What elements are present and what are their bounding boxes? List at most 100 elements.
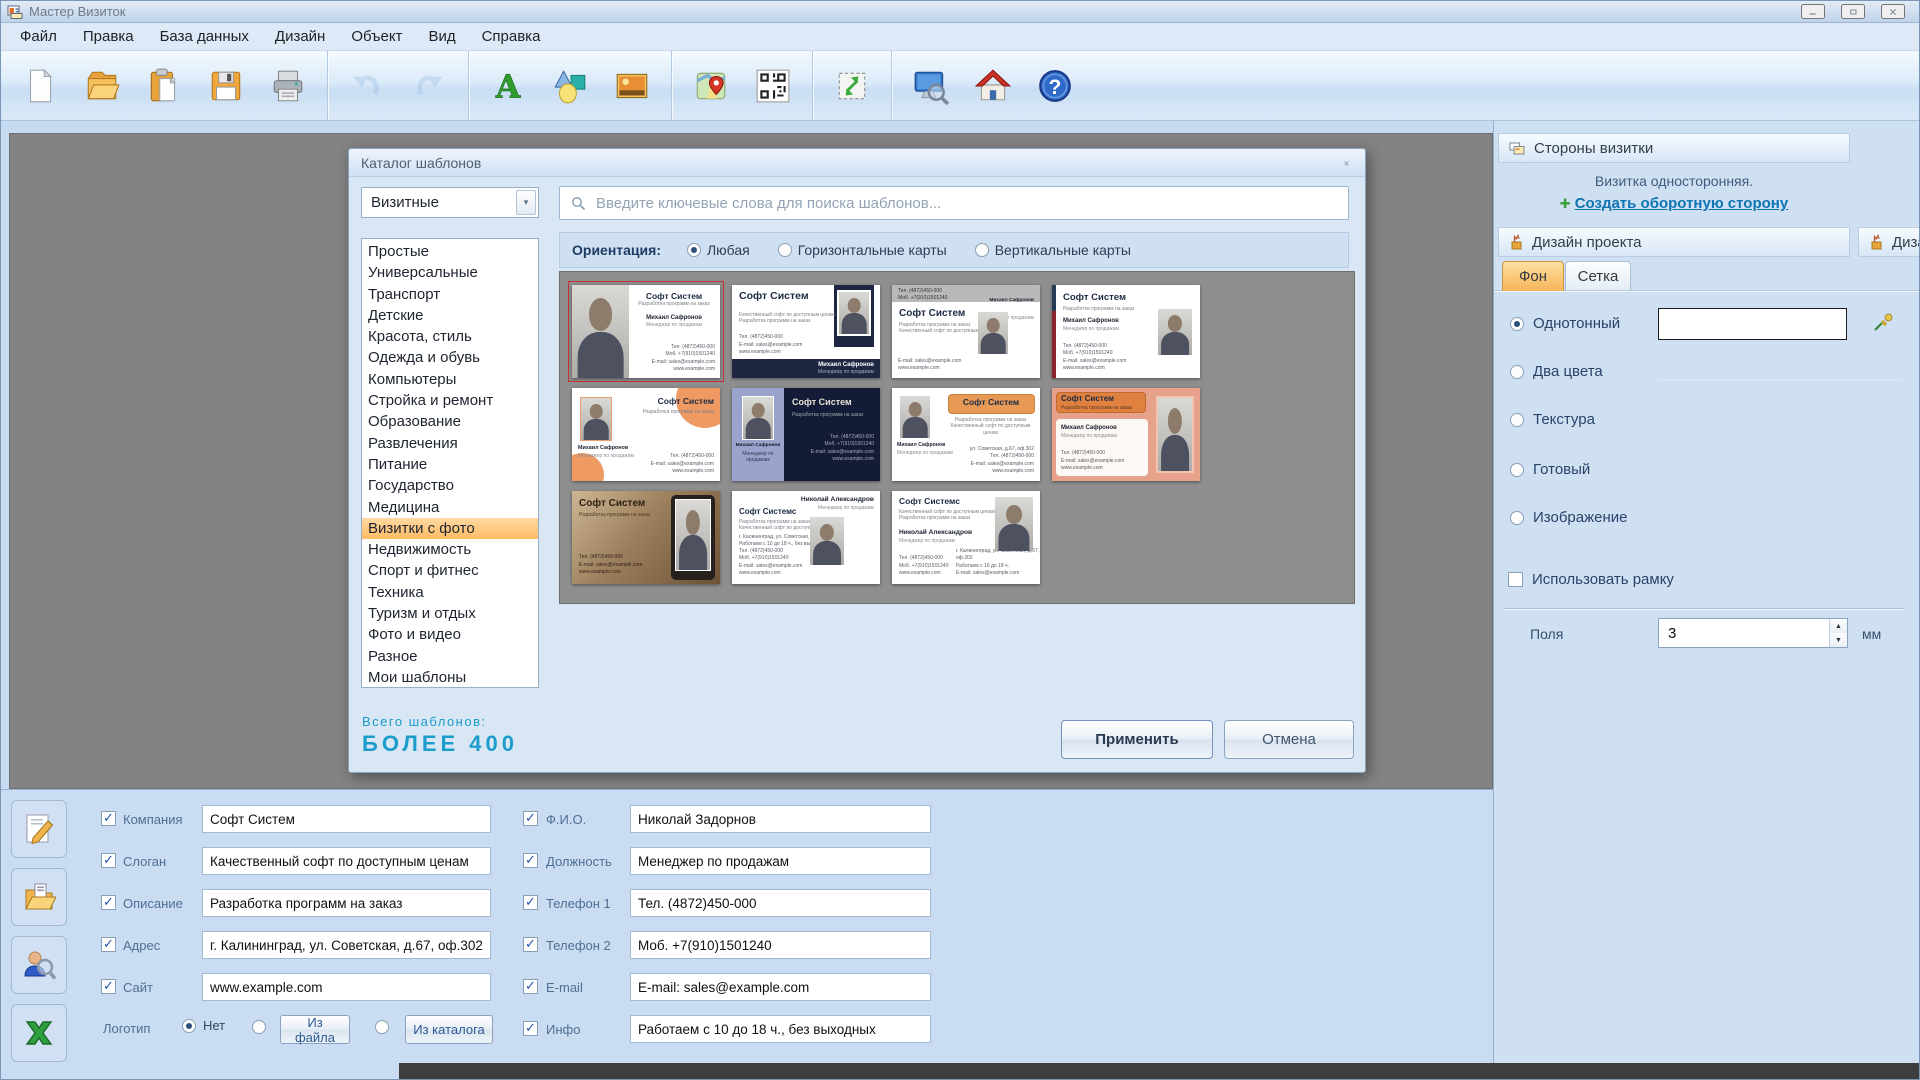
dialog-close-button[interactable] (1338, 155, 1355, 172)
field-checkbox[interactable] (101, 811, 116, 826)
category-item[interactable]: Разное (362, 646, 538, 667)
field-input-Описание[interactable] (202, 889, 491, 917)
template-card[interactable]: Софт Систем Разработка программ на заказ… (1052, 285, 1200, 378)
search-input[interactable] (594, 194, 1348, 213)
category-item[interactable]: Техника (362, 582, 538, 603)
category-item[interactable]: Образование (362, 411, 538, 432)
template-card[interactable]: Софт Систем Разработка программ на заказ… (572, 388, 720, 481)
create-back-side-link[interactable]: Создать оборотную сторону (1575, 195, 1789, 212)
orientation-option[interactable]: Вертикальные карты (975, 242, 1131, 258)
background-color-swatch[interactable] (1658, 308, 1847, 340)
category-item[interactable]: Недвижимость (362, 539, 538, 560)
category-item[interactable]: Компьютеры (362, 369, 538, 390)
category-item[interactable]: Одежда и обувь (362, 347, 538, 368)
category-item[interactable]: Фото и видео (362, 624, 538, 645)
field-input-Слоган[interactable] (202, 847, 491, 875)
undo-button[interactable] (336, 55, 398, 117)
use-frame-option[interactable]: Использовать рамку (1508, 571, 1674, 588)
field-checkbox[interactable] (523, 853, 538, 868)
background-option-1[interactable]: Однотонный (1510, 315, 1620, 332)
field-checkbox[interactable] (101, 937, 116, 952)
field-input-Ф.И.О.[interactable] (630, 805, 931, 833)
logo-from-catalog-button[interactable]: Из каталога (405, 1015, 493, 1044)
transform-button[interactable] (821, 55, 883, 117)
field-checkbox[interactable] (523, 1021, 538, 1036)
field-input-Компания[interactable] (202, 805, 491, 833)
category-item[interactable]: Универсальные (362, 262, 538, 283)
field-input-Адрес[interactable] (202, 931, 491, 959)
add-map-button[interactable] (680, 55, 742, 117)
new-document-button[interactable] (9, 55, 71, 117)
category-item[interactable]: Визитки с фото (362, 518, 538, 539)
logo-from-file-radio[interactable] (252, 1020, 266, 1034)
menu-item-Файл[interactable]: Файл (7, 24, 70, 49)
category-item[interactable]: Простые (362, 241, 538, 262)
category-item[interactable]: Транспорт (362, 284, 538, 305)
eyedropper-button[interactable] (1872, 311, 1894, 333)
category-item[interactable]: Развлечения (362, 433, 538, 454)
add-shape-button[interactable] (539, 55, 601, 117)
background-option-2[interactable]: Два цвета (1510, 363, 1603, 380)
menu-item-Правка[interactable]: Правка (70, 24, 147, 49)
field-checkbox[interactable] (101, 853, 116, 868)
logo-from-catalog-radio[interactable] (375, 1020, 389, 1034)
cancel-button[interactable]: Отмена (1224, 720, 1354, 759)
maximize-button[interactable] (1841, 4, 1865, 19)
spinner-up-button[interactable]: ▲ (1830, 619, 1847, 633)
template-card[interactable]: Тел. (4872)450-000Моб. +7(910)1501240 Ми… (892, 285, 1040, 378)
field-input-Сайт[interactable] (202, 973, 491, 1001)
find-person-button[interactable] (11, 936, 67, 994)
menu-item-Справка[interactable]: Справка (469, 24, 554, 49)
category-item[interactable]: Спорт и фитнес (362, 560, 538, 581)
tab-grid[interactable]: Сетка (1565, 261, 1631, 291)
orientation-option[interactable]: Горизонтальные карты (778, 242, 947, 258)
catalog-button[interactable] (11, 868, 67, 926)
template-card[interactable]: Николай Александров Менеджер по продажам… (732, 491, 880, 584)
category-item[interactable]: Государство (362, 475, 538, 496)
category-item[interactable]: Питание (362, 454, 538, 475)
paste-button[interactable] (133, 55, 195, 117)
redo-button[interactable] (398, 55, 460, 117)
template-card[interactable]: Михаил Сафронов Менеджер по продажам Соф… (732, 388, 880, 481)
menu-item-Объект[interactable]: Объект (338, 24, 415, 49)
export-excel-button[interactable] (11, 1004, 67, 1062)
category-item[interactable]: Стройка и ремонт (362, 390, 538, 411)
field-input-E-mail[interactable] (630, 973, 931, 1001)
add-text-button[interactable]: A (477, 55, 539, 117)
template-card[interactable]: Софт Систем Разработка программ на заказ… (1052, 388, 1200, 481)
add-qr-code-button[interactable] (742, 55, 804, 117)
field-checkbox[interactable] (523, 937, 538, 952)
field-checkbox[interactable] (101, 895, 116, 910)
field-input-Инфо[interactable] (630, 1015, 931, 1043)
home-button[interactable] (962, 55, 1024, 117)
menu-item-Дизайн[interactable]: Дизайн (262, 24, 338, 49)
template-type-dropdown[interactable]: Визитные ▾ (361, 187, 539, 218)
background-option-3[interactable]: Текстура (1510, 411, 1595, 428)
orientation-option[interactable]: Любая (687, 242, 750, 258)
template-card[interactable]: Михаил Сафронов Менеджер по продажам Соф… (892, 388, 1040, 481)
field-checkbox[interactable] (523, 811, 538, 826)
field-input-Телефон 2[interactable] (630, 931, 931, 959)
category-item[interactable]: Красота, стиль (362, 326, 538, 347)
template-card[interactable]: Софт СистемРазработка программ на заказ … (572, 285, 720, 378)
edit-data-button[interactable] (11, 800, 67, 858)
template-card[interactable]: Софт Системс Качественный софт по доступ… (892, 491, 1040, 584)
template-card[interactable]: Софт Систем Разработка программ на заказ… (572, 491, 720, 584)
open-folder-button[interactable] (71, 55, 133, 117)
close-button[interactable] (1881, 4, 1905, 19)
field-checkbox[interactable] (523, 979, 538, 994)
save-button[interactable] (195, 55, 257, 117)
minimize-button[interactable] (1801, 4, 1825, 19)
background-option-5[interactable]: Изображение (1510, 509, 1628, 526)
category-item[interactable]: Детские (362, 305, 538, 326)
menu-item-База данных[interactable]: База данных (147, 24, 262, 49)
logo-none-option[interactable]: Нет (182, 1018, 225, 1033)
spinner-down-button[interactable]: ▼ (1830, 633, 1847, 647)
apply-button[interactable]: Применить (1061, 720, 1213, 759)
field-input-Телефон 1[interactable] (630, 889, 931, 917)
help-button[interactable]: ? (1024, 55, 1086, 117)
preview-button[interactable] (900, 55, 962, 117)
tab-background[interactable]: Фон (1502, 261, 1564, 291)
category-item[interactable]: Медицина (362, 497, 538, 518)
field-checkbox[interactable] (523, 895, 538, 910)
